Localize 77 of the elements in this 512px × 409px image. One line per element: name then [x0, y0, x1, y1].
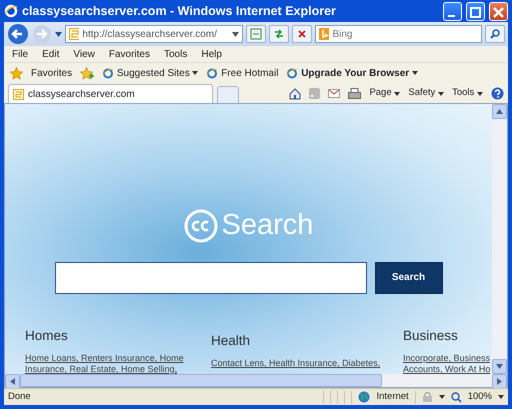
logo-text: Search	[222, 208, 314, 243]
dropdown-caret-icon[interactable]	[232, 32, 238, 36]
dropdown-caret-icon[interactable]	[438, 395, 445, 399]
browser-tab[interactable]: classysearchserver.com	[8, 84, 213, 103]
favorites-link[interactable]: Suggested Sites	[116, 66, 190, 80]
globe-icon[interactable]	[358, 391, 370, 403]
category-links[interactable]: Contact Lens, Health Insurance, Diabetes,	[211, 358, 403, 369]
search-icon	[489, 28, 501, 40]
dropdown-caret-icon[interactable]	[498, 395, 504, 399]
dropdown-caret-icon[interactable]	[477, 92, 483, 96]
category-heading: Health	[211, 332, 252, 349]
compatibility-button[interactable]	[246, 25, 266, 43]
zoom-level[interactable]: 100%	[468, 390, 492, 404]
tab-label: classysearchserver.com	[28, 88, 135, 102]
close-button[interactable]	[489, 2, 508, 20]
scroll-left-icon[interactable]	[10, 378, 15, 385]
browser-logo-icon	[4, 4, 18, 18]
browser-page-icon[interactable]	[286, 66, 298, 80]
vertical-scrollbar[interactable]	[492, 104, 507, 374]
refresh-button[interactable]	[268, 25, 288, 43]
category-heading: Business	[403, 328, 459, 344]
command-menu[interactable]: Page	[369, 86, 392, 101]
stop-icon	[296, 28, 308, 40]
help-icon[interactable]	[491, 87, 504, 100]
address-bar[interactable]: http://classysearchserver.com/	[65, 25, 242, 43]
scroll-right-icon[interactable]	[497, 378, 502, 385]
dropdown-caret-icon[interactable]	[192, 71, 198, 75]
address-field[interactable]: http://classysearchserver.com/	[82, 26, 230, 42]
site-icon	[69, 28, 80, 40]
category-links[interactable]: Incorporate, Business	[403, 352, 492, 364]
search-box[interactable]: Bing	[314, 25, 482, 43]
scroll-up-icon[interactable]	[496, 109, 503, 114]
search-button[interactable]	[485, 25, 505, 43]
menu-item[interactable]: View	[73, 46, 95, 62]
star-icon[interactable]	[10, 66, 23, 80]
maximize-button[interactable]	[466, 2, 485, 20]
window-title: classysearchserver.com - Windows Internet Explorer	[22, 2, 337, 20]
printer-icon[interactable]	[348, 88, 362, 100]
browser-page-icon[interactable]	[206, 66, 218, 80]
scroll-down-icon[interactable]	[496, 364, 503, 369]
category-links[interactable]: Insurance, Real Estate, Home Selling,	[25, 364, 211, 374]
dropdown-caret-icon[interactable]	[55, 32, 62, 36]
browser-page-icon[interactable]	[102, 66, 114, 80]
favorites-button[interactable]: Favorites	[31, 66, 72, 80]
dropdown-caret-icon[interactable]	[394, 92, 400, 96]
search-field[interactable]: Bing	[332, 26, 478, 42]
add-favorite-icon[interactable]	[80, 66, 94, 80]
category-links[interactable]: Accounts, Work At Ho	[403, 364, 492, 374]
command-menu[interactable]: Safety	[408, 86, 436, 101]
dropdown-caret-icon[interactable]	[438, 92, 444, 96]
category-links[interactable]: Home Loans, Renters Insurance, Home	[25, 352, 211, 364]
search-button[interactable]: Search	[374, 262, 442, 294]
mail-icon[interactable]	[328, 89, 340, 98]
search-provider-icon	[318, 28, 330, 40]
status-text: Done	[8, 390, 32, 404]
menu-item[interactable]: File	[12, 46, 28, 62]
favorites-link[interactable]: Upgrade Your Browser	[301, 66, 410, 80]
menu-item[interactable]: Edit	[42, 46, 60, 62]
security-zone: Internet	[376, 390, 409, 404]
home-icon[interactable]	[289, 88, 302, 100]
category-heading: Homes	[25, 328, 69, 344]
page-icon	[250, 28, 262, 40]
zoom-icon[interactable]	[450, 392, 462, 402]
command-menu[interactable]: Tools	[452, 86, 474, 101]
back-icon[interactable]	[7, 23, 29, 45]
menu-item[interactable]: Favorites	[108, 46, 150, 62]
menu-item[interactable]: Tools	[164, 46, 188, 62]
menu-item[interactable]: Help	[201, 46, 222, 62]
horizontal-scrollbar[interactable]	[5, 374, 507, 387]
search-input[interactable]	[54, 262, 366, 294]
cc-logo-icon	[184, 208, 218, 243]
stop-button[interactable]	[292, 25, 312, 43]
minimize-button[interactable]	[443, 2, 462, 20]
favorites-link[interactable]: Free Hotmail	[221, 66, 278, 80]
minimize-icon	[448, 14, 455, 16]
dropdown-caret-icon[interactable]	[412, 71, 418, 75]
refresh-icon	[272, 28, 284, 40]
